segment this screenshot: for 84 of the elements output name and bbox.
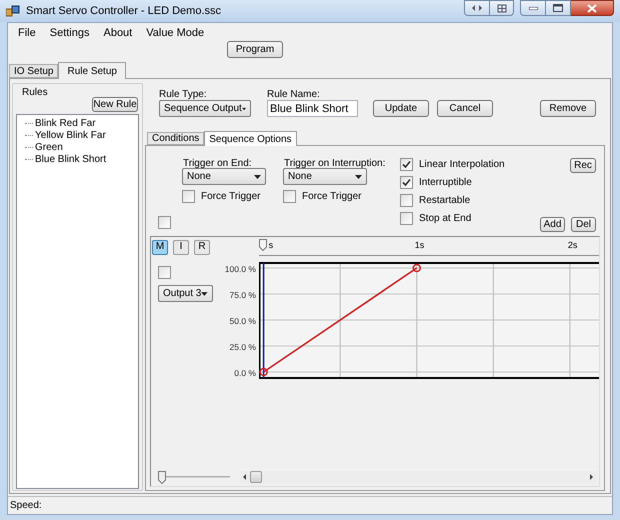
status-label: Speed: (10, 499, 42, 513)
tab[interactable]: IO Setup (9, 64, 58, 78)
ruler-label: 1s (414, 239, 424, 252)
combo-value: None (288, 170, 312, 184)
slider-track[interactable] (158, 470, 230, 484)
trigger-dropdown[interactable]: None (283, 168, 367, 185)
dropdown-arrow-icon (355, 174, 362, 178)
close-button[interactable] (571, 0, 614, 16)
axis-label: 50.0 % (230, 316, 256, 326)
tab[interactable]: Conditions (147, 132, 204, 145)
axis-label: 100.0 % (224, 264, 256, 274)
checkbox[interactable] (158, 216, 171, 229)
minimize-icon (528, 6, 538, 10)
close-icon (587, 4, 597, 12)
checkbox[interactable] (400, 158, 413, 170)
tab[interactable]: Rule Setup (58, 62, 126, 79)
checkbox[interactable] (400, 212, 413, 224)
axis-label: 75.0 % (230, 290, 256, 300)
keyframe-point[interactable] (412, 264, 421, 272)
horizontal-scrollbar[interactable] (240, 470, 596, 484)
dropdown-arrow-icon (201, 292, 208, 296)
del-button[interactable]: Del (571, 217, 596, 232)
mode-button[interactable]: R (194, 240, 210, 254)
axis-label: 0.0 % (234, 368, 256, 378)
title-button[interactable] (464, 0, 490, 16)
grid-icon (496, 4, 506, 12)
menu-item[interactable]: File (18, 25, 36, 42)
rule-name-field[interactable]: Blue Blink Short (267, 100, 358, 117)
checkbox-label: Restartable (419, 194, 470, 208)
checkbox-label: Force Trigger (302, 190, 362, 204)
update-button[interactable]: Update (373, 100, 429, 117)
field-label: Trigger on End: (183, 157, 253, 168)
checkbox[interactable] (400, 194, 413, 206)
checkbox-label: Force Trigger (201, 190, 260, 204)
checkbox-label: Stop at End (419, 212, 472, 226)
checkbox[interactable] (182, 190, 195, 203)
mode-button[interactable]: M (152, 240, 168, 254)
combo-value: Sequence Output (164, 102, 242, 116)
cancel-button[interactable]: Cancel (437, 100, 493, 117)
dropdown-arrow-icon (254, 174, 261, 178)
rules-tree[interactable]: Blink Red Far Yellow Blink Far Green Blue Blink Short (16, 114, 139, 489)
ruler-label: 2s (568, 239, 578, 252)
menu-item[interactable]: Value Mode (146, 25, 204, 42)
app-icon (6, 5, 20, 17)
checkbox[interactable] (158, 266, 171, 279)
group-title: Rules (22, 86, 49, 97)
scroll-thumb[interactable] (250, 471, 262, 483)
rule-item[interactable]: Yellow Blink Far (35, 128, 106, 142)
maximize-icon (553, 4, 563, 12)
rule-type-dropdown[interactable]: Sequence Output (159, 100, 251, 117)
checkbox[interactable] (283, 190, 296, 203)
menu-item[interactable]: Settings (50, 25, 90, 42)
slider-thumb-icon[interactable] (158, 470, 166, 484)
title-button[interactable] (490, 0, 514, 16)
field-label: Rule Type: (159, 88, 208, 100)
new-rule-button[interactable]: New Rule (92, 97, 138, 112)
checkbox-label: Interruptible (419, 176, 472, 190)
maximize-button[interactable] (546, 0, 571, 16)
arrows-icon (471, 4, 483, 12)
slider-thumb-icon[interactable] (259, 239, 267, 251)
menu-item[interactable]: About (103, 25, 132, 42)
keyframe-point[interactable] (259, 368, 268, 376)
remove-button[interactable]: Remove (540, 100, 596, 117)
rec-button[interactable]: Rec (570, 158, 596, 173)
program-button[interactable]: Program (227, 41, 283, 58)
minimize-button[interactable] (520, 0, 546, 16)
ruler-label: s (268, 239, 274, 252)
trigger-dropdown[interactable]: None (182, 168, 266, 185)
axis-label: 25.0 % (230, 342, 256, 352)
combo-value: None (187, 170, 211, 184)
add-button[interactable]: Add (540, 217, 565, 232)
rule-item[interactable]: Blink Red Far (35, 116, 96, 130)
checkbox-label: Linear Interpolation (419, 158, 505, 172)
rule-item[interactable]: Green (35, 140, 63, 154)
field-label: Trigger on Interruption: (284, 157, 383, 168)
dropdown-arrow-icon (242, 106, 246, 110)
rule-item[interactable]: Blue Blink Short (35, 152, 106, 166)
window-title: Smart Servo Controller - LED Demo.ssc (26, 4, 221, 19)
tab[interactable]: Sequence Options (204, 131, 297, 146)
output-dropdown[interactable]: Output 3 (158, 285, 213, 302)
field-label: Rule Name: (267, 88, 321, 100)
combo-value: Output 3 (163, 287, 202, 301)
mode-button[interactable]: I (173, 240, 189, 254)
checkbox[interactable] (400, 176, 413, 188)
